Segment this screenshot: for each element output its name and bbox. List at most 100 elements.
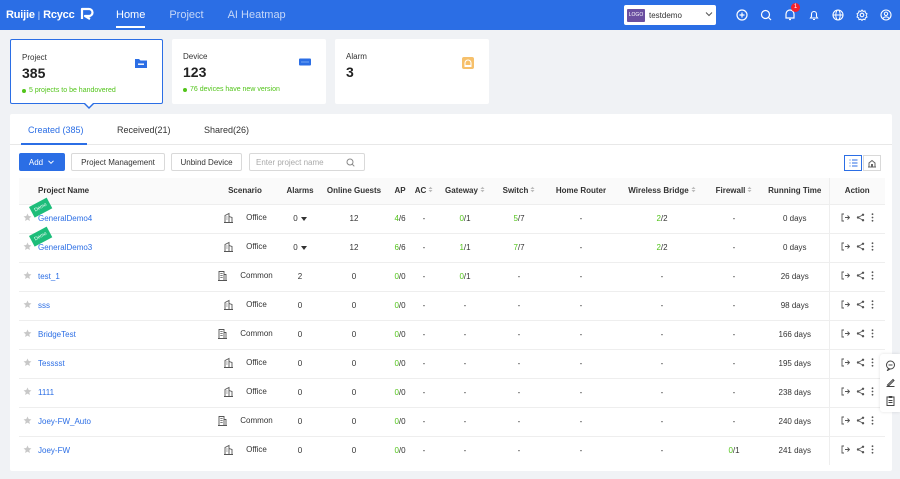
star-icon[interactable] [23, 242, 32, 253]
share-icon[interactable] [856, 300, 865, 309]
tab-received[interactable]: Received(21) [117, 125, 171, 135]
user-icon[interactable] [874, 0, 898, 30]
star-icon[interactable] [23, 329, 32, 340]
message-icon[interactable]: 1 [778, 0, 802, 30]
share-icon[interactable] [856, 387, 865, 396]
list-view-toggle[interactable] [844, 155, 862, 171]
enter-project-icon[interactable] [841, 271, 850, 280]
gateway-count: - [463, 301, 467, 310]
enter-project-icon[interactable] [841, 242, 850, 251]
column-header-gateway[interactable]: Gateway [437, 178, 493, 204]
enter-project-icon[interactable] [841, 445, 850, 454]
project-name-link[interactable]: Joey-FW [38, 446, 70, 455]
star-icon[interactable] [23, 445, 32, 456]
table-row: test_1 Common 2 0 0/0 - 0/1 - - - - 26 days [19, 262, 885, 291]
enter-project-icon[interactable] [841, 387, 850, 396]
caret-down-icon[interactable] [300, 216, 307, 221]
globe-icon[interactable] [826, 0, 850, 30]
more-options-icon[interactable] [871, 358, 874, 367]
online-guests-count: 0 [351, 446, 357, 456]
map-view-toggle[interactable] [863, 155, 881, 171]
running-time: 98 days [780, 301, 809, 310]
search-icon[interactable] [346, 158, 355, 167]
tab-created[interactable]: Created (385) [28, 125, 84, 135]
project-name-link[interactable]: GeneralDemo3 [38, 243, 92, 252]
action-cell [828, 349, 885, 378]
more-options-icon[interactable] [871, 387, 874, 396]
star-icon[interactable] [23, 271, 32, 282]
enter-project-icon[interactable] [841, 329, 850, 338]
share-icon[interactable] [856, 416, 865, 425]
nav-ai-heatmap[interactable]: AI Heatmap [216, 0, 298, 30]
status-dot [22, 88, 26, 93]
project-name-link[interactable]: GeneralDemo4 [38, 214, 92, 223]
gear-icon[interactable] [850, 0, 874, 30]
project-name-link[interactable]: BridgeTest [38, 330, 76, 339]
table-row: BridgeTest Common 0 0 0/0 - - - - - - 166 days [19, 320, 885, 349]
clipboard-icon[interactable] [885, 395, 896, 406]
firewall-count: - [732, 359, 736, 368]
search-input[interactable] [250, 157, 346, 167]
project-name-link[interactable]: sss [38, 301, 50, 310]
running-time: 195 days [778, 359, 811, 368]
add-button[interactable]: Add [19, 153, 65, 171]
caret-down-icon[interactable] [300, 245, 307, 250]
gateway-count: 0/1 [437, 204, 493, 233]
bridge-count: - [660, 272, 664, 281]
share-icon[interactable] [856, 271, 865, 280]
share-icon[interactable] [856, 242, 865, 251]
search-icon[interactable] [754, 0, 778, 30]
more-options-icon[interactable] [871, 242, 874, 251]
gateway-count: - [463, 446, 467, 456]
star-icon[interactable] [23, 387, 32, 398]
more-options-icon[interactable] [871, 300, 874, 309]
bell-icon[interactable] [802, 0, 826, 30]
column-header: Running Time [768, 186, 822, 196]
more-options-icon[interactable] [871, 329, 874, 338]
enter-project-icon[interactable] [841, 300, 850, 309]
column-header-switch[interactable]: Switch [493, 178, 545, 204]
project-name-link[interactable]: test_1 [38, 272, 60, 281]
firewall-total: /1 [732, 446, 740, 456]
column-header-firewall[interactable]: Firewall [707, 178, 761, 204]
share-icon[interactable] [856, 445, 865, 454]
brand-logo[interactable]: Ruijie | Rcycc [6, 6, 104, 24]
project-summary-card[interactable]: Project 385 5 projects to be handovered [10, 39, 163, 104]
enter-project-icon[interactable] [841, 213, 850, 222]
nav-home[interactable]: Home [104, 0, 157, 30]
nav-project[interactable]: Project [157, 0, 215, 30]
project-name-link[interactable]: Joey-FW_Auto [38, 417, 91, 426]
alarms-cell[interactable]: 0 [281, 204, 319, 233]
project-management-button[interactable]: Project Management [71, 153, 165, 171]
enter-project-icon[interactable] [841, 358, 850, 367]
feedback-icon[interactable] [885, 377, 896, 388]
chat-icon[interactable] [885, 360, 896, 372]
device-summary-card[interactable]: Device 123 76 devices have new version [172, 39, 326, 104]
more-options-icon[interactable] [871, 271, 874, 280]
column-header-ac[interactable]: AC [411, 178, 437, 204]
star-icon[interactable] [23, 300, 32, 311]
column-header-wireless-bridge[interactable]: Wireless Bridge [617, 178, 707, 204]
organization-select[interactable]: LOGO testdemo [624, 5, 716, 25]
share-icon[interactable] [856, 329, 865, 338]
share-icon[interactable] [856, 213, 865, 222]
star-icon[interactable] [23, 416, 32, 427]
share-icon[interactable] [856, 358, 865, 367]
star-icon[interactable] [23, 213, 32, 224]
unbind-device-button[interactable]: Unbind Device [171, 153, 242, 171]
project-name-link[interactable]: Tesssst [38, 359, 65, 368]
router-count: - [579, 272, 583, 281]
switch-count: 5/7 [493, 204, 545, 233]
alarm-summary-card[interactable]: Alarm 3 [335, 39, 489, 104]
card-value: 3 [346, 64, 354, 80]
alarms-cell[interactable]: 0 [281, 233, 319, 262]
project-name-link[interactable]: 1111 [38, 388, 54, 397]
more-options-icon[interactable] [871, 445, 874, 454]
enter-project-icon[interactable] [841, 416, 850, 425]
tab-shared[interactable]: Shared(26) [204, 125, 249, 135]
add-circle-icon[interactable] [730, 0, 754, 30]
more-options-icon[interactable] [871, 416, 874, 425]
bridge-count: - [660, 330, 664, 339]
more-options-icon[interactable] [871, 213, 874, 222]
star-icon[interactable] [23, 358, 32, 369]
